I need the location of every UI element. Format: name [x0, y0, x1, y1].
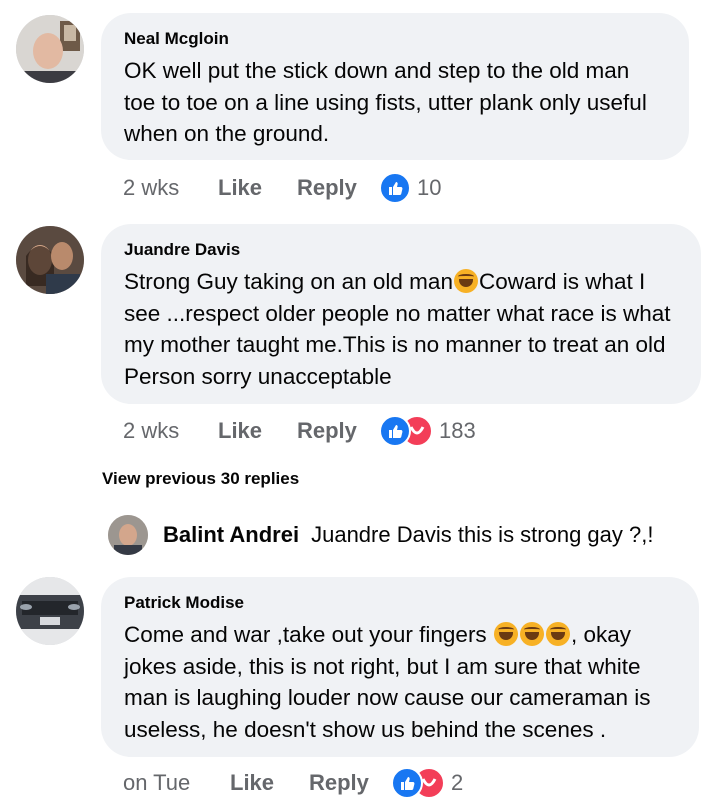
- comment-text-part: Strong Guy taking on an old man: [124, 269, 453, 294]
- avatar-balint-andrei[interactable]: [108, 515, 148, 555]
- like-button[interactable]: Like: [218, 418, 297, 444]
- laughing-emoji-icon: [453, 269, 478, 293]
- comment-bubble: Neal Mcgloin OK well put the stick down …: [101, 13, 689, 160]
- comment-bubble: Patrick Modise Come and war ,take out yo…: [101, 577, 699, 757]
- reply-button[interactable]: Reply: [309, 770, 391, 796]
- reply-text: Juandre Davis this is strong gay ?,!: [311, 522, 654, 547]
- comment-text: Strong Guy taking on an old man Coward is…: [124, 266, 677, 392]
- comment-author[interactable]: Neal Mcgloin: [124, 29, 665, 49]
- avatar-patrick-modise[interactable]: [16, 577, 84, 645]
- avatar-neal-mcgloin[interactable]: [16, 15, 84, 83]
- like-button[interactable]: Like: [218, 175, 297, 201]
- avatar-photo: [16, 226, 84, 294]
- comment-timestamp[interactable]: 2 wks: [123, 418, 218, 444]
- comment-meta: on Tue Like Reply 2: [123, 766, 463, 800]
- reply-button[interactable]: Reply: [297, 418, 379, 444]
- avatar-juandre-davis[interactable]: [16, 226, 84, 294]
- avatar-photo: [108, 515, 148, 555]
- comment-meta: 2 wks Like Reply 10: [123, 171, 441, 205]
- reactions-summary[interactable]: 183: [379, 415, 476, 447]
- avatar-photo: [16, 15, 84, 83]
- avatar-photo: [16, 577, 84, 645]
- like-icon: [379, 415, 411, 447]
- reaction-count: 2: [451, 770, 464, 795]
- reaction-count: 10: [417, 175, 442, 200]
- comment-meta: 2 wks Like Reply 183: [123, 414, 476, 448]
- laughing-emoji-icon: [545, 622, 570, 646]
- reply-author[interactable]: Balint Andrei: [163, 522, 299, 548]
- comment-timestamp[interactable]: on Tue: [123, 770, 230, 796]
- like-icon: [379, 172, 411, 204]
- laughing-emoji-icon: [519, 622, 544, 646]
- comment-bubble: Juandre Davis Strong Guy taking on an ol…: [101, 224, 701, 404]
- comment-text-part: Come and war ,take out your fingers: [124, 622, 493, 647]
- reaction-count: 183: [439, 418, 476, 443]
- view-previous-replies-link[interactable]: View previous 30 replies: [102, 469, 299, 489]
- comment-text: OK well put the stick down and step to t…: [124, 58, 647, 146]
- like-icon: [391, 767, 423, 799]
- reply-preview[interactable]: Balint Andrei Juandre Davis this is stro…: [108, 515, 653, 555]
- comment-text: Come and war ,take out your fingers , ok…: [124, 619, 675, 745]
- reactions-summary[interactable]: 2: [391, 767, 463, 799]
- like-button[interactable]: Like: [230, 770, 309, 796]
- comment-author[interactable]: Patrick Modise: [124, 593, 675, 613]
- comment-timestamp[interactable]: 2 wks: [123, 175, 218, 201]
- laughing-emoji-icon: [493, 622, 518, 646]
- reactions-summary[interactable]: 10: [379, 172, 441, 204]
- reply-button[interactable]: Reply: [297, 175, 379, 201]
- comment-author[interactable]: Juandre Davis: [124, 240, 677, 260]
